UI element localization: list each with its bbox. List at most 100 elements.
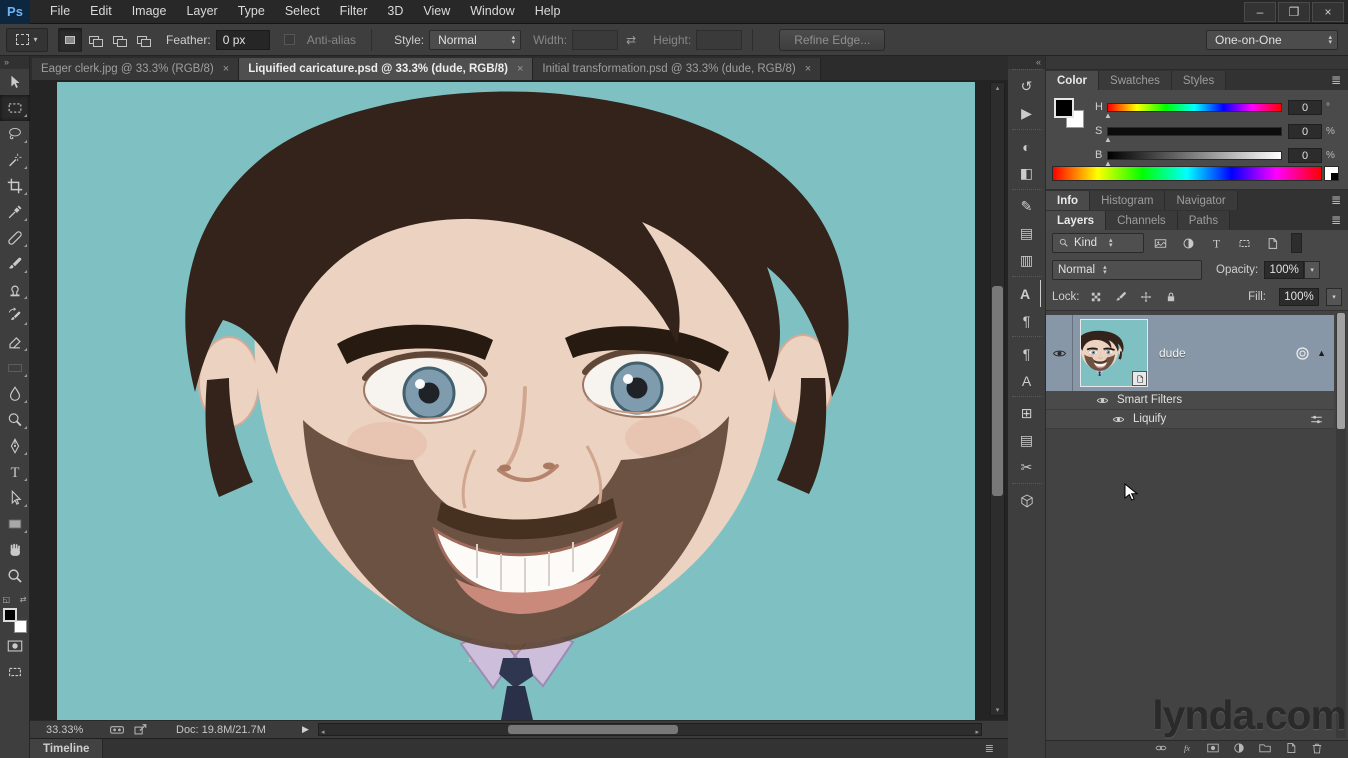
panel-menu-icon[interactable]: ≣ xyxy=(985,742,994,755)
eraser-tool[interactable] xyxy=(0,329,30,355)
menu-file[interactable]: File xyxy=(40,0,80,23)
refine-edge-button[interactable]: Refine Edge... xyxy=(779,29,885,51)
height-input[interactable] xyxy=(696,30,742,50)
liquify-filter-row[interactable]: Liquify xyxy=(1046,410,1334,429)
expand-panels-icon[interactable]: « xyxy=(1008,56,1045,69)
tool-preset-picker[interactable]: ▾ xyxy=(6,28,48,52)
path-selection-tool[interactable] xyxy=(0,485,30,511)
character-styles-icon[interactable]: A xyxy=(1013,367,1041,394)
menu-select[interactable]: Select xyxy=(275,0,330,23)
lock-position-icon[interactable] xyxy=(1137,288,1155,306)
tab-styles[interactable]: Styles xyxy=(1172,71,1226,90)
minimize-button[interactable]: – xyxy=(1244,2,1276,22)
screen-mode-button[interactable] xyxy=(0,659,30,685)
vertical-scrollbar[interactable]: ▴ ▾ xyxy=(990,82,1005,716)
tab-swatches[interactable]: Swatches xyxy=(1099,71,1172,90)
notes-icon[interactable]: ▤ xyxy=(1013,427,1041,454)
opacity-dropdown-icon[interactable]: ▾ xyxy=(1304,261,1320,279)
crop-tool[interactable] xyxy=(0,173,30,199)
history-brush-tool[interactable] xyxy=(0,303,30,329)
tab-color[interactable]: Color xyxy=(1046,71,1099,90)
device-preview-icon[interactable] xyxy=(109,723,125,736)
move-tool[interactable] xyxy=(0,69,30,95)
layers-scroll-thumb[interactable] xyxy=(1337,313,1345,429)
ramp-bw-swatch[interactable] xyxy=(1324,166,1339,181)
visibility-eye-icon[interactable] xyxy=(1112,413,1125,426)
zoom-level-field[interactable]: 33.33% xyxy=(46,724,101,736)
close-icon[interactable]: × xyxy=(517,63,523,75)
feather-input[interactable] xyxy=(216,30,270,50)
doc-tab-liquified-caricature[interactable]: Liquified caricature.psd @ 33.3% (dude, … xyxy=(239,58,533,80)
scroll-down-icon[interactable]: ▾ xyxy=(991,706,1004,714)
menu-layer[interactable]: Layer xyxy=(176,0,227,23)
delete-layer-icon[interactable] xyxy=(1310,741,1324,758)
collapse-tools-icon[interactable]: » xyxy=(0,56,29,69)
style-dropdown[interactable]: Normal ▴▾ xyxy=(429,30,521,50)
filter-smart-objects-icon[interactable] xyxy=(1261,233,1284,253)
layer-name[interactable]: dude xyxy=(1159,346,1186,360)
menu-edit[interactable]: Edit xyxy=(80,0,122,23)
add-selection-button[interactable] xyxy=(82,28,106,52)
filter-pixel-layers-icon[interactable] xyxy=(1149,233,1172,253)
opacity-value[interactable]: 100% xyxy=(1264,261,1304,279)
filter-adjustment-layers-icon[interactable] xyxy=(1177,233,1200,253)
swap-colors-icon[interactable]: ◱⇄ xyxy=(3,595,27,604)
collapse-filters-icon[interactable]: ▲ xyxy=(1317,348,1326,358)
new-layer-icon[interactable] xyxy=(1284,741,1298,758)
pen-tool[interactable] xyxy=(0,433,30,459)
share-icon[interactable] xyxy=(133,723,149,736)
type-tool[interactable] xyxy=(0,459,30,485)
menu-filter[interactable]: Filter xyxy=(330,0,378,23)
foreground-color-swatch[interactable] xyxy=(3,608,17,622)
subtract-selection-button[interactable] xyxy=(106,28,130,52)
link-layers-icon[interactable] xyxy=(1154,741,1168,758)
layer-style-fx-icon[interactable] xyxy=(1180,741,1194,758)
brush-tool[interactable] xyxy=(0,251,30,277)
smart-filters-row[interactable]: Smart Filters xyxy=(1046,391,1334,410)
panel-menu-icon[interactable]: ≣ xyxy=(1331,213,1341,227)
panel-menu-icon[interactable]: ≣ xyxy=(1331,73,1341,87)
actions-icon[interactable]: ▶ xyxy=(1013,100,1041,127)
gradient-tool[interactable] xyxy=(0,355,30,381)
slider-thumb-icon[interactable]: ▲ xyxy=(1104,135,1112,144)
menu-type[interactable]: Type xyxy=(228,0,275,23)
horizontal-scrollbar[interactable]: ◂ ▸ xyxy=(318,723,982,736)
width-input[interactable] xyxy=(572,30,618,50)
menu-image[interactable]: Image xyxy=(122,0,177,23)
doc-tab-initial-transformation[interactable]: Initial transformation.psd @ 33.3% (dude… xyxy=(533,58,821,80)
layers-scrollbar[interactable] xyxy=(1336,313,1346,738)
status-menu-icon[interactable]: ▶ xyxy=(302,724,309,735)
hand-tool[interactable] xyxy=(0,537,30,563)
new-group-icon[interactable] xyxy=(1258,741,1272,758)
restore-button[interactable]: ❐ xyxy=(1278,2,1310,22)
layer-filter-kind-dropdown[interactable]: Kind ▴▾ xyxy=(1052,233,1144,253)
history-icon[interactable]: ↺ xyxy=(1013,73,1041,100)
rectangular-marquee-tool[interactable] xyxy=(0,95,30,121)
new-adjustment-layer-icon[interactable] xyxy=(1232,741,1246,758)
foreground-color-swatch[interactable] xyxy=(1054,98,1074,118)
dodge-tool[interactable] xyxy=(0,407,30,433)
canvas-area[interactable]: ▴ ▾ xyxy=(30,80,1008,720)
brightness-value[interactable]: 0 xyxy=(1288,148,1322,163)
doc-tab-eager-clerk[interactable]: Eager clerk.jpg @ 33.3% (RGB/8) × xyxy=(32,58,239,80)
close-button[interactable]: × xyxy=(1312,2,1344,22)
scroll-up-icon[interactable]: ▴ xyxy=(991,84,1004,92)
paragraph-styles-icon[interactable]: ¶ xyxy=(1013,340,1041,367)
swap-dimensions-icon[interactable]: ⇄ xyxy=(626,33,636,47)
new-selection-button[interactable] xyxy=(58,28,82,52)
saturation-value[interactable]: 0 xyxy=(1288,124,1322,139)
visibility-eye-icon[interactable] xyxy=(1096,394,1109,407)
lock-all-icon[interactable] xyxy=(1162,288,1180,306)
slider-thumb-icon[interactable]: ▲ xyxy=(1104,111,1112,120)
layer-row-dude[interactable]: dude ▲ xyxy=(1046,315,1334,391)
liquify-filter-label[interactable]: Liquify xyxy=(1133,413,1166,425)
menu-3d[interactable]: 3D xyxy=(377,0,413,23)
close-icon[interactable]: × xyxy=(223,63,229,75)
styles-icon[interactable]: ◧ xyxy=(1013,160,1041,187)
tab-histogram[interactable]: Histogram xyxy=(1090,191,1165,210)
tab-info[interactable]: Info xyxy=(1046,191,1090,210)
color-ramp[interactable] xyxy=(1052,166,1322,181)
brightness-slider[interactable]: ▲ xyxy=(1107,151,1282,160)
close-icon[interactable]: × xyxy=(805,63,811,75)
layer-thumbnail[interactable] xyxy=(1080,319,1148,387)
